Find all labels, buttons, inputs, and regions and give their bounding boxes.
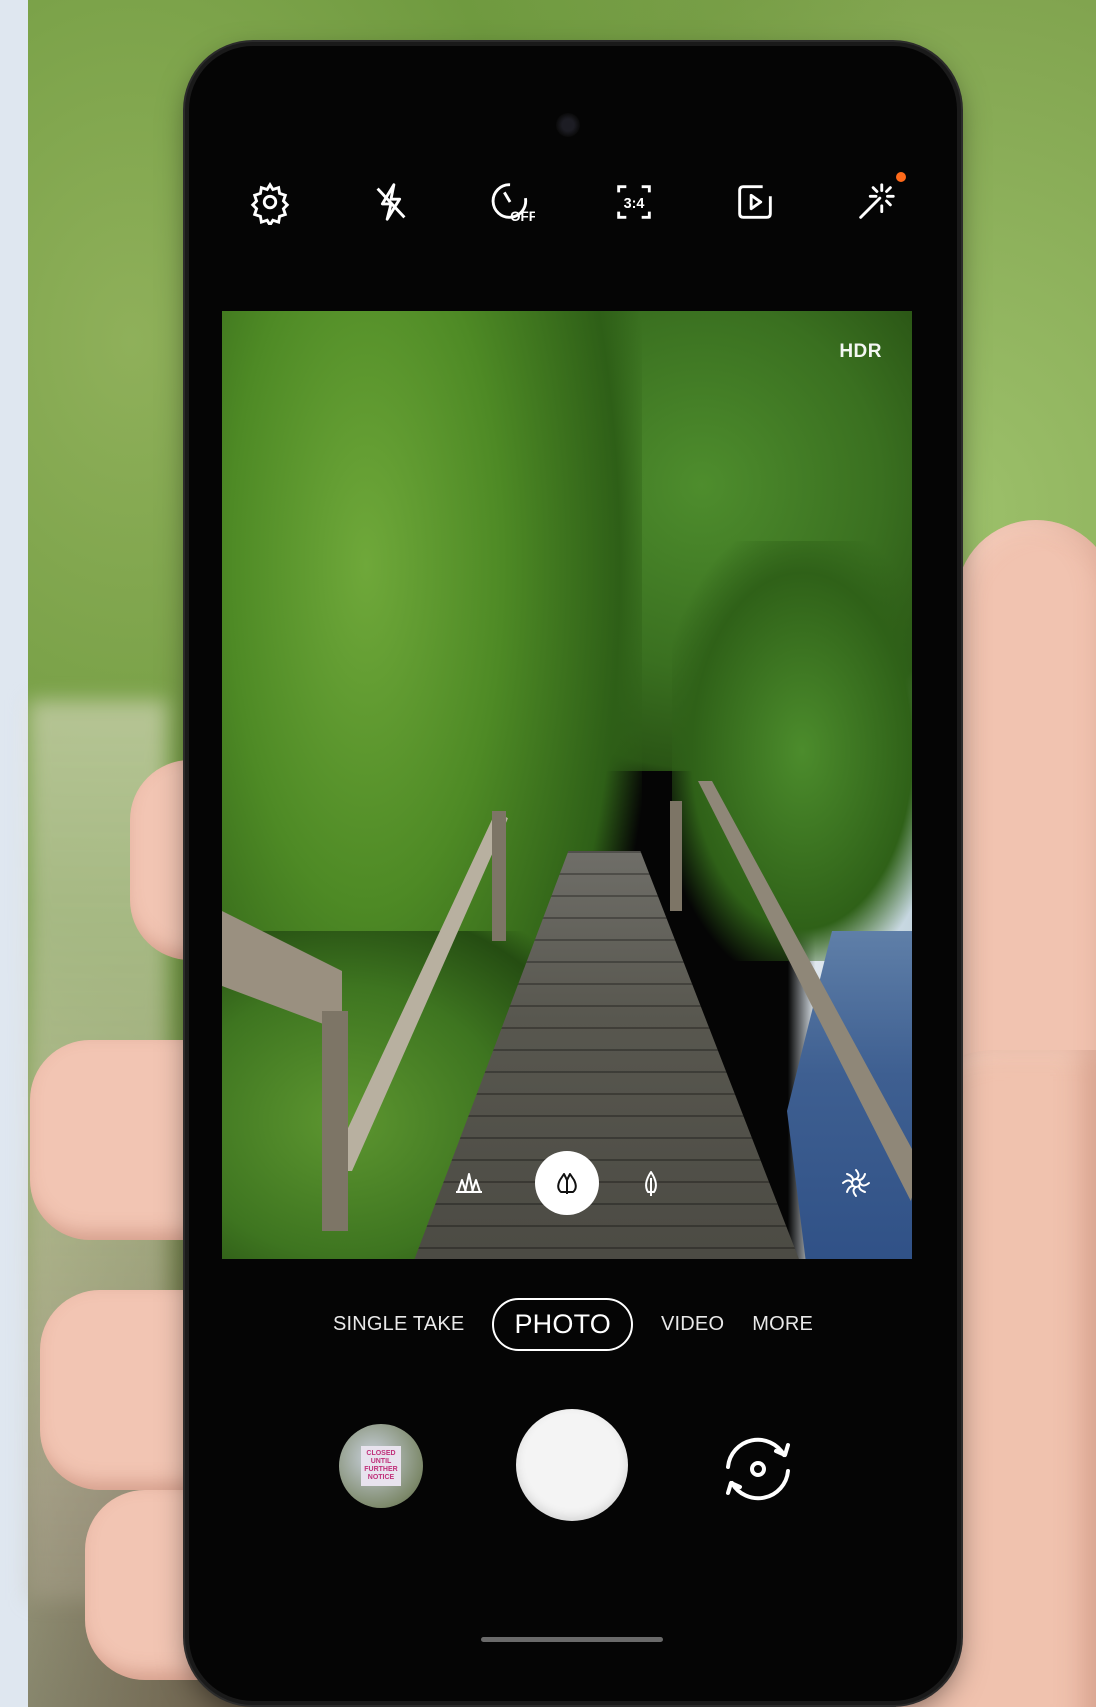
settings-button[interactable] — [234, 166, 306, 238]
viewfinder-trees — [672, 541, 912, 961]
motion-photo-button[interactable] — [719, 166, 791, 238]
sparkle-icon — [859, 183, 895, 219]
aspect-ratio-icon: 3:4 — [616, 185, 651, 219]
background-scene: OFF 3:4 HDR SINGLE TAKE PHOTO VIDEO MORE… — [0, 0, 1096, 1707]
mode-single-take[interactable]: SINGLE TAKE — [333, 1313, 465, 1336]
mode-video[interactable]: VIDEO — [661, 1313, 724, 1336]
viewfinder-post — [670, 801, 682, 911]
svg-text:OFF: OFF — [510, 209, 535, 224]
gallery-thumbnail[interactable]: CLOSED UNTIL FURTHER NOTICE — [339, 1424, 423, 1508]
camera-viewfinder[interactable]: HDR — [222, 311, 912, 1259]
aspect-ratio-button[interactable]: 3:4 — [598, 166, 670, 238]
mode-photo[interactable]: PHOTO — [492, 1297, 633, 1351]
new-indicator-dot — [896, 172, 907, 182]
camera-mode-selector: SINGLE TAKE PHOTO VIDEO MORE — [189, 1294, 957, 1354]
telephoto-lens-button[interactable] — [619, 1151, 683, 1215]
tele-tree-icon — [645, 1171, 657, 1196]
effects-button[interactable] — [840, 166, 912, 238]
timer-button[interactable]: OFF — [476, 166, 548, 238]
scene-optimizer-icon — [842, 1169, 870, 1197]
viewfinder-post — [492, 811, 506, 941]
svg-text:3:4: 3:4 — [623, 196, 644, 212]
zoom-lens-selector — [222, 1151, 912, 1215]
phone: OFF 3:4 HDR SINGLE TAKE PHOTO VIDEO MORE… — [189, 46, 957, 1701]
ultra-wide-lens-button[interactable] — [437, 1151, 501, 1215]
camera-top-bar: OFF 3:4 — [209, 166, 937, 238]
wide-lens-button[interactable] — [535, 1151, 599, 1215]
timer-off-icon: OFF — [491, 183, 535, 224]
ultra-wide-trees-icon — [456, 1173, 482, 1193]
camera-bottom-controls: CLOSED UNTIL FURTHER NOTICE — [189, 1406, 957, 1526]
hdr-indicator[interactable]: HDR — [839, 341, 882, 363]
flip-camera-icon — [726, 1437, 790, 1501]
thumbnail-sign: CLOSED UNTIL FURTHER NOTICE — [361, 1446, 401, 1486]
mode-more[interactable]: MORE — [752, 1313, 813, 1336]
gear-icon — [250, 181, 289, 225]
front-camera — [556, 113, 580, 137]
flip-camera-button[interactable] — [713, 1424, 803, 1514]
wide-tree-icon — [557, 1173, 577, 1194]
flash-button[interactable] — [355, 166, 427, 238]
flash-off-icon — [376, 183, 406, 221]
shutter-button[interactable] — [516, 1409, 628, 1521]
home-indicator[interactable] — [481, 1637, 663, 1642]
motion-photo-icon — [738, 185, 772, 219]
scene-optimizer-button[interactable] — [824, 1151, 888, 1215]
